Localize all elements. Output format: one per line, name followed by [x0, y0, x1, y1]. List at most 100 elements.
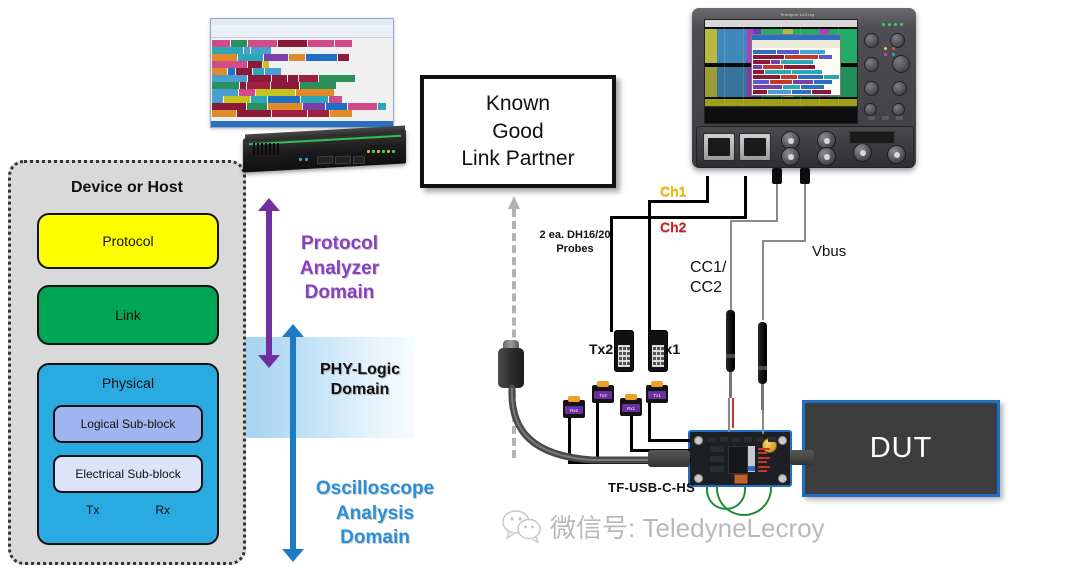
pa-packet-cell: [329, 96, 342, 103]
probe-pin: [661, 347, 664, 350]
ground-wire: [762, 410, 764, 434]
usb-c-cable: [508, 384, 654, 464]
pa-packet-row: [212, 75, 355, 82]
differential-probe-tx1: [648, 330, 668, 372]
overlay-decode-cell: [814, 80, 832, 84]
scope-indicator-led: [892, 47, 895, 50]
pa-packet-cell: [272, 110, 307, 117]
scope-indicator-led: [884, 53, 887, 56]
probe-pin: [661, 352, 664, 355]
oscilloscope-chassis: Teledyne LeCroy: [692, 8, 916, 168]
probe-pin: [619, 357, 622, 360]
scope-knob: [892, 81, 907, 96]
pa-packet-cell: [212, 110, 236, 117]
pa-packet-row: [212, 61, 269, 68]
scope-bnc-input: [817, 147, 836, 166]
overlay-decode-cell: [753, 90, 767, 94]
known-good-link-partner-label: Known Good Link Partner: [461, 90, 574, 173]
scope-knob: [864, 103, 877, 116]
sub-block-logical: Logical Sub-block: [53, 405, 203, 443]
scope-knob: [892, 55, 910, 73]
pa-status-led: [392, 149, 395, 154]
pa-packet-cell: [268, 96, 300, 103]
fixture-red-lead: [732, 398, 734, 428]
probe-pin: [653, 347, 656, 350]
fixture-trace: [758, 457, 770, 459]
scope-status-strip: [705, 106, 857, 123]
pa-packet-row: [212, 68, 281, 75]
fixture-trace: [758, 466, 770, 468]
overlay-decode-cell: [800, 50, 825, 54]
probe-pin: [627, 362, 630, 365]
pa-status-led: [387, 149, 390, 154]
pa-packet-cell: [264, 54, 288, 61]
pa-packet-cell: [335, 40, 352, 47]
scope-menubar: [705, 20, 857, 27]
probe-pin: [653, 352, 656, 355]
stack-layer-link: Link: [37, 285, 219, 345]
pa-packet-cell: [244, 47, 250, 54]
fixture-jumper: [734, 474, 748, 484]
stack-layer-physical: Physical Logical Sub-block Electrical Su…: [37, 363, 219, 545]
ground-wire: [762, 240, 806, 242]
overlay-decode-cell: [753, 85, 782, 89]
pa-packet-cell: [237, 110, 271, 117]
physical-port-tx-label: Tx: [85, 503, 100, 517]
overlay-decode-cell: [763, 65, 783, 69]
probe-pin: [623, 362, 626, 365]
overlay-decode-row: [753, 65, 815, 69]
pa-packet-cell: [303, 103, 325, 110]
pa-packet-cell: [319, 75, 355, 82]
scope-knob: [890, 33, 905, 48]
fixture-trace: [758, 461, 767, 463]
probe-band: [758, 366, 767, 370]
overlay-decode-cell: [753, 75, 780, 79]
physical-port-rx-label: Rx: [155, 503, 170, 517]
probe-pin: [623, 352, 626, 355]
oscilloscope-domain-line1: Oscilloscope: [315, 478, 435, 499]
pa-packet-cell: [308, 40, 334, 47]
pa-port: [317, 155, 333, 165]
pa-packet-cell: [308, 110, 329, 117]
phy-logic-domain-line2: Domain: [330, 381, 390, 398]
dut-box: DUT: [802, 400, 1000, 497]
oscilloscope-domain-line3: Domain: [340, 527, 410, 549]
scope-input-module: [739, 133, 771, 161]
overlay-decode-cell: [785, 55, 818, 59]
pa-packet-cell: [248, 75, 271, 82]
overlay-decode-row: [753, 55, 832, 59]
cc-label-line1: CC1/: [690, 259, 727, 276]
pa-packet-row: [212, 54, 349, 61]
pa-packet-grid: [211, 38, 393, 121]
pa-packet-cell: [228, 68, 235, 75]
oscilloscope-domain-line2: Analysis: [335, 502, 415, 524]
oscilloscope-display: [704, 19, 858, 124]
probe-pin: [657, 352, 660, 355]
physical-port-row: Tx Rx: [39, 503, 217, 517]
overlay-decode-cell: [801, 85, 824, 89]
scope-indicator-led: [892, 53, 895, 56]
pa-packet-cell: [306, 54, 337, 61]
pa-packet-cell: [238, 54, 263, 61]
probe-pad: [618, 345, 630, 367]
probe-pin: [623, 347, 626, 350]
passive-probe-2: [758, 322, 767, 410]
usb-c-plug-to-dut: [790, 450, 814, 465]
pa-packet-cell: [326, 103, 347, 110]
pa-packet-row: [212, 110, 352, 117]
pa-packet-cell: [278, 40, 307, 47]
arrow-shaft: [290, 335, 296, 551]
pa-packet-cell: [236, 68, 252, 75]
pa-packet-cell: [268, 103, 302, 110]
fixture-header-pin: [756, 437, 764, 442]
pa-packet-cell: [212, 61, 247, 68]
scope-indicator-led: [882, 23, 885, 26]
dut-label: DUT: [869, 432, 933, 464]
overlay-decode-row: [753, 60, 813, 64]
stack-layer-physical-label: Physical: [101, 375, 155, 391]
oscilloscope-front-panel-controls[interactable]: [862, 19, 910, 122]
fixture-mounting-hole: [778, 436, 787, 445]
differential-probe-tx2: [614, 330, 634, 372]
overlay-decode-row: [753, 85, 824, 89]
overlay-decode-cell: [792, 90, 811, 94]
